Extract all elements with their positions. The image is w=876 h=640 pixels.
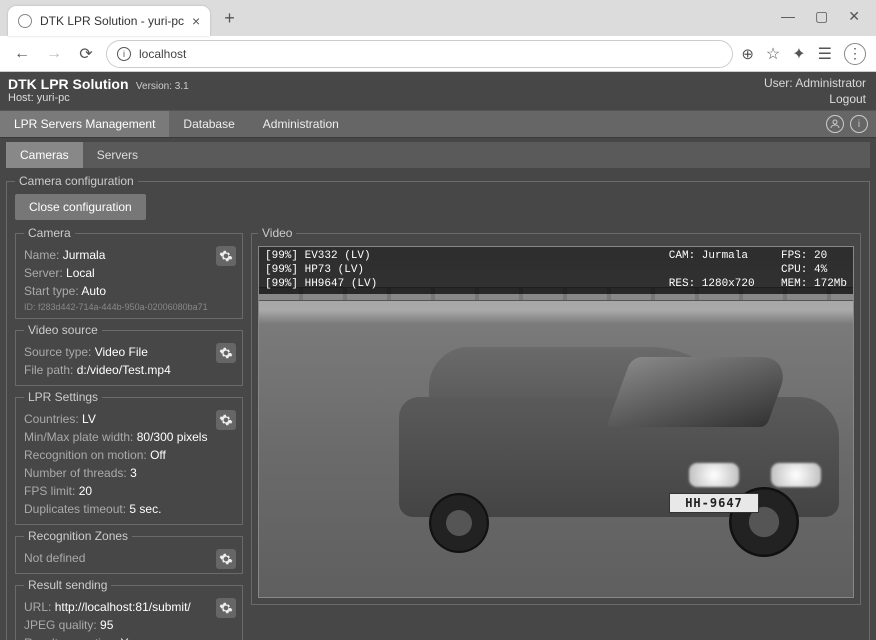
- content: Camera configuration Close configuration…: [0, 168, 876, 640]
- user-value: Administrator: [795, 76, 866, 90]
- source-type-value: Video File: [95, 345, 148, 359]
- correction-label: Result correction:: [24, 636, 117, 640]
- site-info-icon[interactable]: i: [117, 47, 131, 61]
- fps-limit-label: FPS limit:: [24, 484, 75, 498]
- camera-server-label: Server:: [24, 266, 63, 280]
- app-title: DTK LPR Solution: [8, 76, 129, 92]
- zones-value: Not defined: [24, 549, 212, 567]
- video-group: Video: [251, 226, 861, 605]
- account-icon[interactable]: [826, 115, 844, 133]
- info-icon[interactable]: i: [850, 115, 868, 133]
- profile-icon[interactable]: ☰: [818, 44, 832, 64]
- close-config-button[interactable]: Close configuration: [15, 194, 146, 220]
- overlay-detections: [99%] EV332 (LV) [99%] HP73 (LV) [99%] H…: [265, 250, 377, 291]
- extensions-icon[interactable]: ✦: [792, 44, 805, 64]
- new-tab-button[interactable]: +: [218, 4, 241, 33]
- close-window-icon[interactable]: ✕: [848, 8, 860, 25]
- back-icon[interactable]: ←: [10, 42, 34, 66]
- maximize-icon[interactable]: ▢: [815, 8, 828, 25]
- plate-width-value: 80/300 pixels: [137, 430, 208, 444]
- zones-subgroup: Recognition Zones Not defined: [15, 529, 243, 574]
- app-root: DTK LPR Solution Version: 3.1 Host: yuri…: [0, 72, 876, 640]
- camera-name-value: Jurmala: [63, 248, 106, 262]
- motion-value: Off: [150, 448, 166, 462]
- lpr-settings-subgroup: LPR Settings Countries: LV Min/Max plate…: [15, 390, 243, 525]
- jpeg-quality-label: JPEG quality:: [24, 618, 97, 632]
- zoom-icon[interactable]: ⊕: [741, 45, 754, 63]
- car-graphic: HH-9647: [399, 337, 839, 547]
- result-legend: Result sending: [24, 578, 111, 592]
- logout-link[interactable]: Logout: [764, 92, 866, 106]
- bookmark-icon[interactable]: ☆: [766, 44, 780, 64]
- threads-value: 3: [130, 466, 137, 480]
- user-label: User:: [764, 76, 793, 90]
- source-type-label: Source type:: [24, 345, 91, 359]
- host-value: yuri-pc: [37, 92, 70, 104]
- reload-icon[interactable]: ⟳: [74, 42, 98, 66]
- gear-icon[interactable]: [216, 246, 236, 266]
- result-url-label: URL:: [24, 600, 51, 614]
- tab-database[interactable]: Database: [169, 111, 248, 137]
- file-path-value: d:/video/Test.mp4: [77, 363, 171, 377]
- gear-icon[interactable]: [216, 549, 236, 569]
- tab-lpr-servers[interactable]: LPR Servers Management: [0, 111, 169, 137]
- main-tabs: LPR Servers Management Database Administ…: [0, 110, 876, 138]
- result-url-value: http://localhost:81/submit/: [55, 600, 191, 614]
- browser-tab[interactable]: DTK LPR Solution - yuri-pc ×: [8, 6, 210, 36]
- dup-timeout-label: Duplicates timeout:: [24, 502, 126, 516]
- window-controls: — ▢ ✕: [765, 0, 876, 25]
- countries-value: LV: [82, 412, 96, 426]
- camera-name-label: Name:: [24, 248, 59, 262]
- gear-icon[interactable]: [216, 410, 236, 430]
- video-source-legend: Video source: [24, 323, 102, 337]
- app-header: DTK LPR Solution Version: 3.1 Host: yuri…: [0, 72, 876, 110]
- tab-administration[interactable]: Administration: [249, 111, 353, 137]
- app-version: Version: 3.1: [136, 81, 189, 92]
- video-preview: HH-9647 [99%] EV332 (LV) [99%] HP73 (LV)…: [258, 246, 854, 598]
- motion-label: Recognition on motion:: [24, 448, 147, 462]
- camera-start-value: Auto: [81, 284, 106, 298]
- lpr-settings-legend: LPR Settings: [24, 390, 102, 404]
- gear-icon[interactable]: [216, 598, 236, 618]
- sub-tabs: Cameras Servers: [6, 142, 870, 168]
- camera-id: ID: f283d442-714a-444b-950a-02006080ba71: [24, 302, 212, 312]
- file-path-label: File path:: [24, 363, 73, 377]
- camera-server-value: Local: [66, 266, 95, 280]
- host-label: Host:: [8, 92, 34, 104]
- result-subgroup: Result sending URL: http://localhost:81/…: [15, 578, 243, 640]
- fps-limit-value: 20: [79, 484, 92, 498]
- config-left-column: Camera Name: Jurmala Server: Local Start…: [15, 226, 243, 640]
- browser-toolbar: ← → ⟳ i localhost ⊕ ☆ ✦ ☰ ⋮: [0, 36, 876, 72]
- threads-label: Number of threads:: [24, 466, 127, 480]
- video-source-subgroup: Video source Source type: Video File Fil…: [15, 323, 243, 386]
- camera-config-legend: Camera configuration: [15, 174, 138, 188]
- jpeg-quality-value: 95: [100, 618, 113, 632]
- forward-icon[interactable]: →: [42, 42, 66, 66]
- overlay-stats: CAM: Jurmala FPS: 20 CPU: 4% RES: 1280x7…: [669, 250, 847, 291]
- video-overlay: [99%] EV332 (LV) [99%] HP73 (LV) [99%] H…: [259, 247, 853, 294]
- countries-label: Countries:: [24, 412, 79, 426]
- correction-value: Yes: [121, 636, 141, 640]
- address-bar[interactable]: i localhost: [106, 40, 733, 68]
- tab-title: DTK LPR Solution - yuri-pc: [40, 14, 184, 28]
- favicon: [18, 14, 32, 28]
- camera-legend: Camera: [24, 226, 75, 240]
- config-right-column: Video: [251, 226, 861, 605]
- url-text: localhost: [139, 47, 186, 61]
- browser-titlebar: DTK LPR Solution - yuri-pc × + — ▢ ✕: [0, 0, 876, 36]
- license-plate: HH-9647: [669, 493, 759, 513]
- menu-icon[interactable]: ⋮: [844, 43, 866, 65]
- camera-subgroup: Camera Name: Jurmala Server: Local Start…: [15, 226, 243, 319]
- dup-timeout-value: 5 sec.: [129, 502, 161, 516]
- camera-config-group: Camera configuration Close configuration…: [6, 174, 870, 640]
- zones-legend: Recognition Zones: [24, 529, 132, 543]
- camera-start-label: Start type:: [24, 284, 79, 298]
- gear-icon[interactable]: [216, 343, 236, 363]
- subtab-servers[interactable]: Servers: [83, 142, 152, 168]
- minimize-icon[interactable]: —: [781, 8, 795, 25]
- subtab-cameras[interactable]: Cameras: [6, 142, 83, 168]
- video-legend: Video: [258, 226, 296, 240]
- close-tab-icon[interactable]: ×: [192, 13, 200, 29]
- plate-width-label: Min/Max plate width:: [24, 430, 133, 444]
